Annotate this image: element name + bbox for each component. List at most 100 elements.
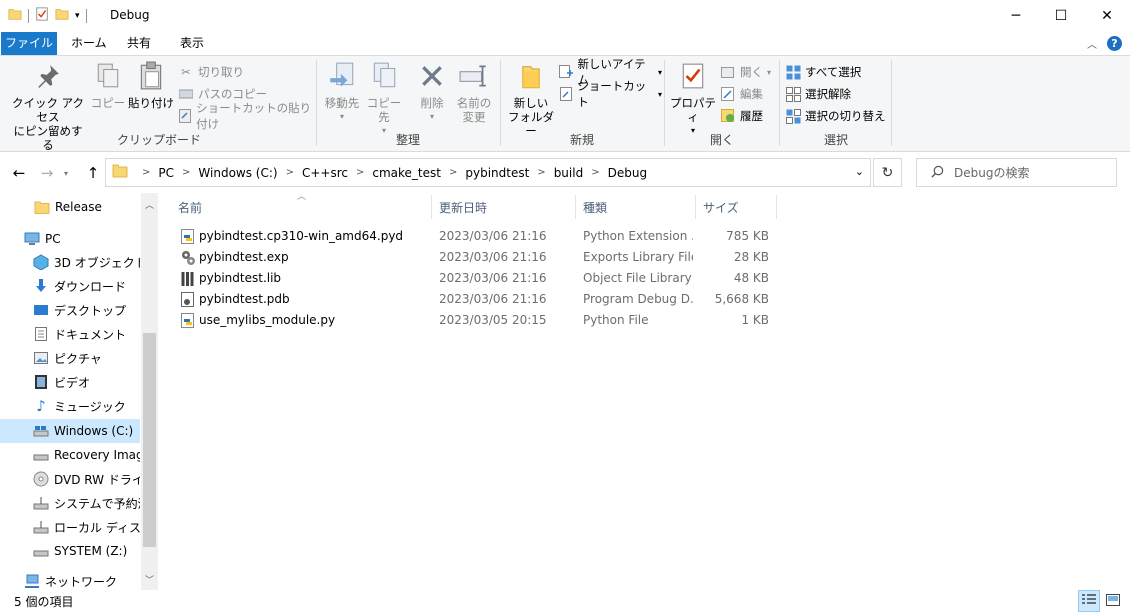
- open-button[interactable]: 開く ▾: [720, 62, 771, 82]
- close-button[interactable]: ✕: [1084, 0, 1130, 32]
- breadcrumb-pc[interactable]: PC: [158, 166, 174, 180]
- column-header-type[interactable]: 種類: [575, 193, 695, 221]
- copy-to-label: コピー先: [366, 96, 402, 124]
- scrollbar-thumb[interactable]: [143, 333, 156, 547]
- nav-item-windows-c[interactable]: Windows (C:): [0, 419, 140, 443]
- maximize-button[interactable]: ☐: [1038, 0, 1084, 32]
- properties-icon[interactable]: [35, 7, 49, 24]
- nav-item-desktop[interactable]: デスクトップ: [0, 298, 140, 322]
- rename-button[interactable]: 名前の 変更: [452, 60, 496, 124]
- column-header-name[interactable]: 名前: [170, 193, 431, 221]
- customize-qat-dropdown-icon[interactable]: ▾: [75, 11, 80, 21]
- refresh-button[interactable]: ↻: [873, 158, 902, 187]
- history-button[interactable]: 履歴: [720, 106, 763, 126]
- file-row[interactable]: pybindtest.pdb 2023/03/06 21:16 Program …: [170, 289, 780, 310]
- copy-to-button[interactable]: コピー先 ▾: [364, 60, 404, 138]
- help-icon[interactable]: ?: [1107, 36, 1122, 51]
- tab-home[interactable]: ホーム: [61, 32, 117, 55]
- nav-item-recovery-image[interactable]: Recovery Image: [0, 443, 140, 467]
- breadcrumb-windows-c[interactable]: Windows (C:): [198, 166, 277, 180]
- breadcrumb-build[interactable]: build: [554, 166, 584, 180]
- nav-item-release[interactable]: Release: [0, 195, 140, 219]
- new-folder-button[interactable]: 新しい フォルダー: [506, 60, 556, 138]
- nav-item-pictures[interactable]: ピクチャ: [0, 346, 140, 370]
- arrow-right-icon: →: [40, 164, 54, 182]
- address-bar[interactable]: > PC > Windows (C:) > C++src > cmake_tes…: [105, 158, 871, 187]
- file-row[interactable]: pybindtest.cp310-win_amd64.pyd 2023/03/0…: [170, 226, 780, 247]
- minimize-button[interactable]: ─: [993, 0, 1039, 32]
- properties-icon: [677, 60, 709, 92]
- file-size: 48 KB: [733, 271, 769, 285]
- nav-item-dvd-rw[interactable]: DVD RW ドライブ (: [0, 467, 140, 491]
- large-icons-view-button[interactable]: [1102, 590, 1124, 612]
- file-row[interactable]: pybindtest.exp 2023/03/06 21:16 Exports …: [170, 247, 780, 268]
- nav-item-videos[interactable]: ビデオ: [0, 370, 140, 394]
- column-header-label: 名前: [178, 200, 203, 215]
- file-name: pybindtest.exp: [199, 250, 289, 264]
- paste-shortcut-icon: [178, 108, 192, 124]
- cut-button[interactable]: ✂ 切り取り: [178, 62, 244, 82]
- details-view-button[interactable]: [1078, 590, 1100, 612]
- nav-item-system-z[interactable]: SYSTEM (Z:): [0, 539, 140, 563]
- nav-item-local-disk-g[interactable]: ローカル ディスク (G: [0, 515, 140, 539]
- invert-selection-button[interactable]: 選択の切り替え: [785, 106, 886, 126]
- refresh-icon: ↻: [881, 164, 894, 181]
- easy-access-button[interactable]: ショートカット ▾: [558, 79, 662, 109]
- navigation-pane: Release PC 3D オブジェクト ダウンロード デスクトップ ドキュメン…: [0, 193, 159, 590]
- nav-item-3d-objects[interactable]: 3D オブジェクト: [0, 250, 140, 274]
- move-to-button[interactable]: 移動先 ▾: [322, 60, 362, 124]
- file-date: 2023/03/06 21:16: [439, 292, 547, 306]
- collapse-ribbon-icon[interactable]: ︿: [1087, 36, 1097, 51]
- chevron-down-icon: ▾: [63, 168, 68, 178]
- select-none-button[interactable]: 選択解除: [785, 84, 851, 104]
- scroll-up-icon[interactable]: ︿: [141, 196, 158, 213]
- paste-button[interactable]: 貼り付け: [128, 60, 174, 110]
- nav-item-downloads[interactable]: ダウンロード: [0, 274, 140, 298]
- new-group-label: 新規: [569, 133, 594, 147]
- nav-pane-scrollbar[interactable]: ︿ ﹀: [141, 193, 158, 590]
- nav-item-music[interactable]: ♪ ミュージック: [0, 394, 140, 418]
- new-folder-icon[interactable]: [55, 7, 69, 24]
- breadcrumb-pybindtest[interactable]: pybindtest: [465, 166, 529, 180]
- forward-button[interactable]: →: [37, 163, 57, 183]
- select-group: すべて選択 選択解除 選択の切り替え 選択: [781, 56, 891, 151]
- breadcrumb-cppsrc[interactable]: C++src: [302, 166, 348, 180]
- search-icon: [931, 165, 944, 181]
- paste-shortcut-button[interactable]: ショートカットの貼り付け: [178, 101, 318, 131]
- back-button[interactable]: ←: [9, 163, 29, 183]
- delete-button[interactable]: 削除 ▾: [414, 60, 450, 124]
- address-history-dropdown[interactable]: ⌄: [855, 165, 864, 178]
- folder-icon: [112, 164, 128, 181]
- divider[interactable]: [776, 195, 777, 219]
- file-row[interactable]: use_mylibs_module.py 2023/03/05 20:15 Py…: [170, 310, 780, 331]
- breadcrumb-cmake-test[interactable]: cmake_test: [372, 166, 441, 180]
- column-header-size[interactable]: サイズ: [695, 193, 775, 221]
- nav-item-system-reserved[interactable]: システムで予約済み: [0, 491, 140, 515]
- nav-item-network[interactable]: ネットワーク: [0, 569, 140, 590]
- up-button[interactable]: ↑: [83, 163, 103, 183]
- nav-item-label: ネットワーク: [45, 574, 118, 589]
- nav-item-pc[interactable]: PC: [0, 227, 140, 251]
- search-input[interactable]: Debugの検索: [916, 158, 1117, 187]
- properties-button[interactable]: プロパティ ▾: [668, 60, 718, 138]
- breadcrumb-debug[interactable]: Debug: [608, 166, 647, 180]
- drive-icon: [33, 543, 49, 559]
- move-to-label: 移動先: [324, 96, 360, 110]
- tab-view[interactable]: 表示: [170, 32, 214, 55]
- python-extension-icon: [180, 228, 196, 245]
- tab-share[interactable]: 共有: [117, 32, 161, 55]
- file-row[interactable]: pybindtest.lib 2023/03/06 21:16 Object F…: [170, 268, 780, 289]
- select-all-button[interactable]: すべて選択: [785, 62, 861, 82]
- file-size: 28 KB: [733, 250, 769, 264]
- nav-item-label: 3D オブジェクト: [54, 255, 140, 270]
- nav-item-documents[interactable]: ドキュメント: [0, 322, 140, 346]
- column-header-date[interactable]: 更新日時: [431, 193, 575, 221]
- tab-file[interactable]: ファイル: [1, 32, 57, 55]
- recent-locations-button[interactable]: ▾: [56, 163, 76, 183]
- paste-shortcut-label: ショートカットの貼り付け: [196, 101, 312, 131]
- edit-button[interactable]: 編集: [720, 84, 763, 104]
- divider: [891, 60, 892, 146]
- chevron-right-icon: >: [285, 167, 294, 178]
- copy-button[interactable]: コピー: [90, 60, 126, 110]
- scroll-down-icon[interactable]: ﹀: [141, 571, 158, 588]
